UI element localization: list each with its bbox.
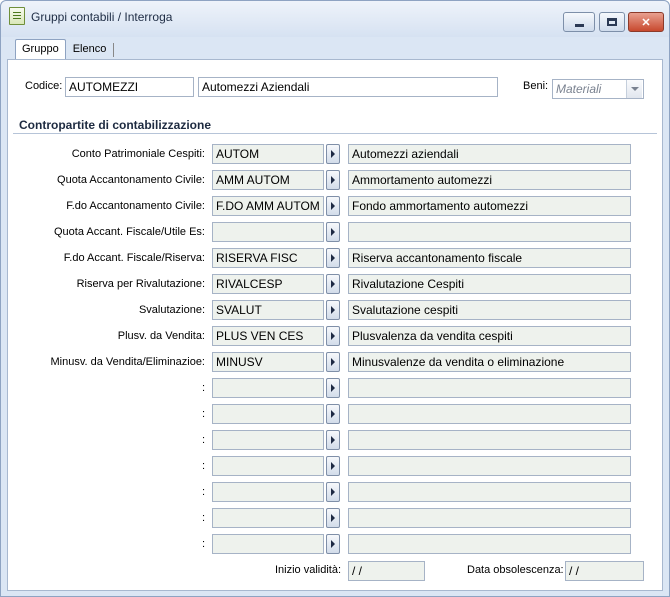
row-description-field[interactable]	[348, 456, 631, 476]
row-description-field[interactable]: Riserva accantonamento fiscale	[348, 248, 631, 268]
close-icon: ✕	[641, 16, 651, 29]
row-zoom-button[interactable]	[326, 248, 340, 268]
section-title: Contropartite di contabilizzazione	[19, 118, 212, 132]
minimize-icon	[574, 23, 584, 27]
data-obsolescenza-label: Data obsolescenza:	[467, 564, 564, 576]
row-label: Conto Patrimoniale Cespiti:	[71, 148, 205, 160]
window-title: Gruppi contabili / Interroga	[31, 10, 173, 24]
row-zoom-button[interactable]	[326, 430, 340, 450]
row-code-field[interactable]: AMM AUTOM	[212, 170, 324, 190]
row-code-field[interactable]	[212, 378, 324, 398]
row-label: Svalutazione:	[138, 304, 205, 316]
row-zoom-button[interactable]	[326, 534, 340, 554]
section-divider	[13, 133, 657, 134]
tab-bar: Gruppo Elenco	[15, 39, 115, 59]
minimize-button[interactable]	[563, 12, 595, 32]
inizio-validita-field[interactable]: / /	[348, 561, 425, 581]
row-code-field[interactable]	[212, 482, 324, 502]
codice-label: Codice:	[25, 80, 63, 92]
row-label: :	[201, 538, 205, 550]
maximize-icon	[607, 18, 617, 26]
row-code-field[interactable]: RISERVA FISC	[212, 248, 324, 268]
tab-divider	[113, 43, 115, 57]
row-zoom-button[interactable]	[326, 274, 340, 294]
row-label: Quota Accantonamento Civile:	[57, 174, 205, 186]
row-description-field[interactable]	[348, 378, 631, 398]
row-description-field[interactable]: Fondo ammortamento automezzi	[348, 196, 631, 216]
row-description-field[interactable]: Svalutazione cespiti	[348, 300, 631, 320]
row-code-field[interactable]: F.DO AMM AUTOM	[212, 196, 324, 216]
row-label: Plusv. da Vendita:	[117, 330, 205, 342]
row-description-field[interactable]: Automezzi aziendali	[348, 144, 631, 164]
tab-elenco[interactable]: Elenco	[66, 39, 114, 59]
row-zoom-button[interactable]	[326, 326, 340, 346]
maximize-button[interactable]	[599, 12, 625, 32]
row-description-field[interactable]	[348, 508, 631, 528]
row-label: Quota Accant. Fiscale/Utile Es:	[53, 226, 205, 238]
row-code-field[interactable]: RIVALCESP	[212, 274, 324, 294]
row-zoom-button[interactable]	[326, 404, 340, 424]
row-description-field[interactable]	[348, 430, 631, 450]
row-description-field[interactable]	[348, 404, 631, 424]
row-zoom-button[interactable]	[326, 352, 340, 372]
codice-field[interactable]: AUTOMEZZI	[65, 77, 194, 97]
row-label: :	[201, 408, 205, 420]
row-label: :	[201, 434, 205, 446]
row-code-field[interactable]	[212, 222, 324, 242]
row-code-field[interactable]	[212, 534, 324, 554]
ledger-icon	[9, 7, 25, 25]
beni-select-value: Materiali	[556, 82, 602, 96]
row-zoom-button[interactable]	[326, 196, 340, 216]
row-label: :	[201, 460, 205, 472]
row-code-field[interactable]: MINUSV	[212, 352, 324, 372]
window: Gruppi contabili / Interroga ✕ Gruppo El…	[0, 0, 670, 597]
row-description-field[interactable]	[348, 534, 631, 554]
title-bar[interactable]: Gruppi contabili / Interroga ✕	[1, 1, 669, 37]
tab-gruppo[interactable]: Gruppo	[15, 39, 66, 59]
row-label: :	[201, 382, 205, 394]
row-description-field[interactable]	[348, 482, 631, 502]
row-code-field[interactable]	[212, 430, 324, 450]
inizio-validita-label: Inizio validità:	[275, 564, 342, 576]
row-label: Riserva per Rivalutazione:	[76, 278, 205, 290]
row-label: Minusv. da Vendita/Eliminazioe:	[50, 356, 206, 368]
row-zoom-button[interactable]	[326, 222, 340, 242]
row-code-field[interactable]: SVALUT	[212, 300, 324, 320]
row-zoom-button[interactable]	[326, 508, 340, 528]
row-label: F.do Accantonamento Civile:	[66, 200, 205, 212]
row-code-field[interactable]	[212, 508, 324, 528]
row-label: :	[201, 512, 205, 524]
close-button[interactable]: ✕	[628, 12, 664, 32]
row-label: F.do Accant. Fiscale/Riserva:	[63, 252, 205, 264]
row-zoom-button[interactable]	[326, 170, 340, 190]
row-code-field[interactable]	[212, 404, 324, 424]
beni-label: Beni:	[523, 80, 549, 92]
row-description-field[interactable]: Ammortamento automezzi	[348, 170, 631, 190]
row-label: :	[201, 486, 205, 498]
data-obsolescenza-field[interactable]: / /	[565, 561, 644, 581]
row-code-field[interactable]	[212, 456, 324, 476]
row-description-field[interactable]: Plusvalenza da vendita cespiti	[348, 326, 631, 346]
row-zoom-button[interactable]	[326, 144, 340, 164]
row-code-field[interactable]: AUTOM	[212, 144, 324, 164]
row-description-field[interactable]: Rivalutazione Cespiti	[348, 274, 631, 294]
row-code-field[interactable]: PLUS VEN CES	[212, 326, 324, 346]
row-zoom-button[interactable]	[326, 482, 340, 502]
row-description-field[interactable]	[348, 222, 631, 242]
row-description-field[interactable]: Minusvalenze da vendita o eliminazione	[348, 352, 631, 372]
beni-dropdown-button[interactable]	[626, 80, 642, 98]
row-zoom-button[interactable]	[326, 378, 340, 398]
row-zoom-button[interactable]	[326, 456, 340, 476]
descrizione-field[interactable]: Automezzi Aziendali	[198, 77, 498, 97]
row-zoom-button[interactable]	[326, 300, 340, 320]
